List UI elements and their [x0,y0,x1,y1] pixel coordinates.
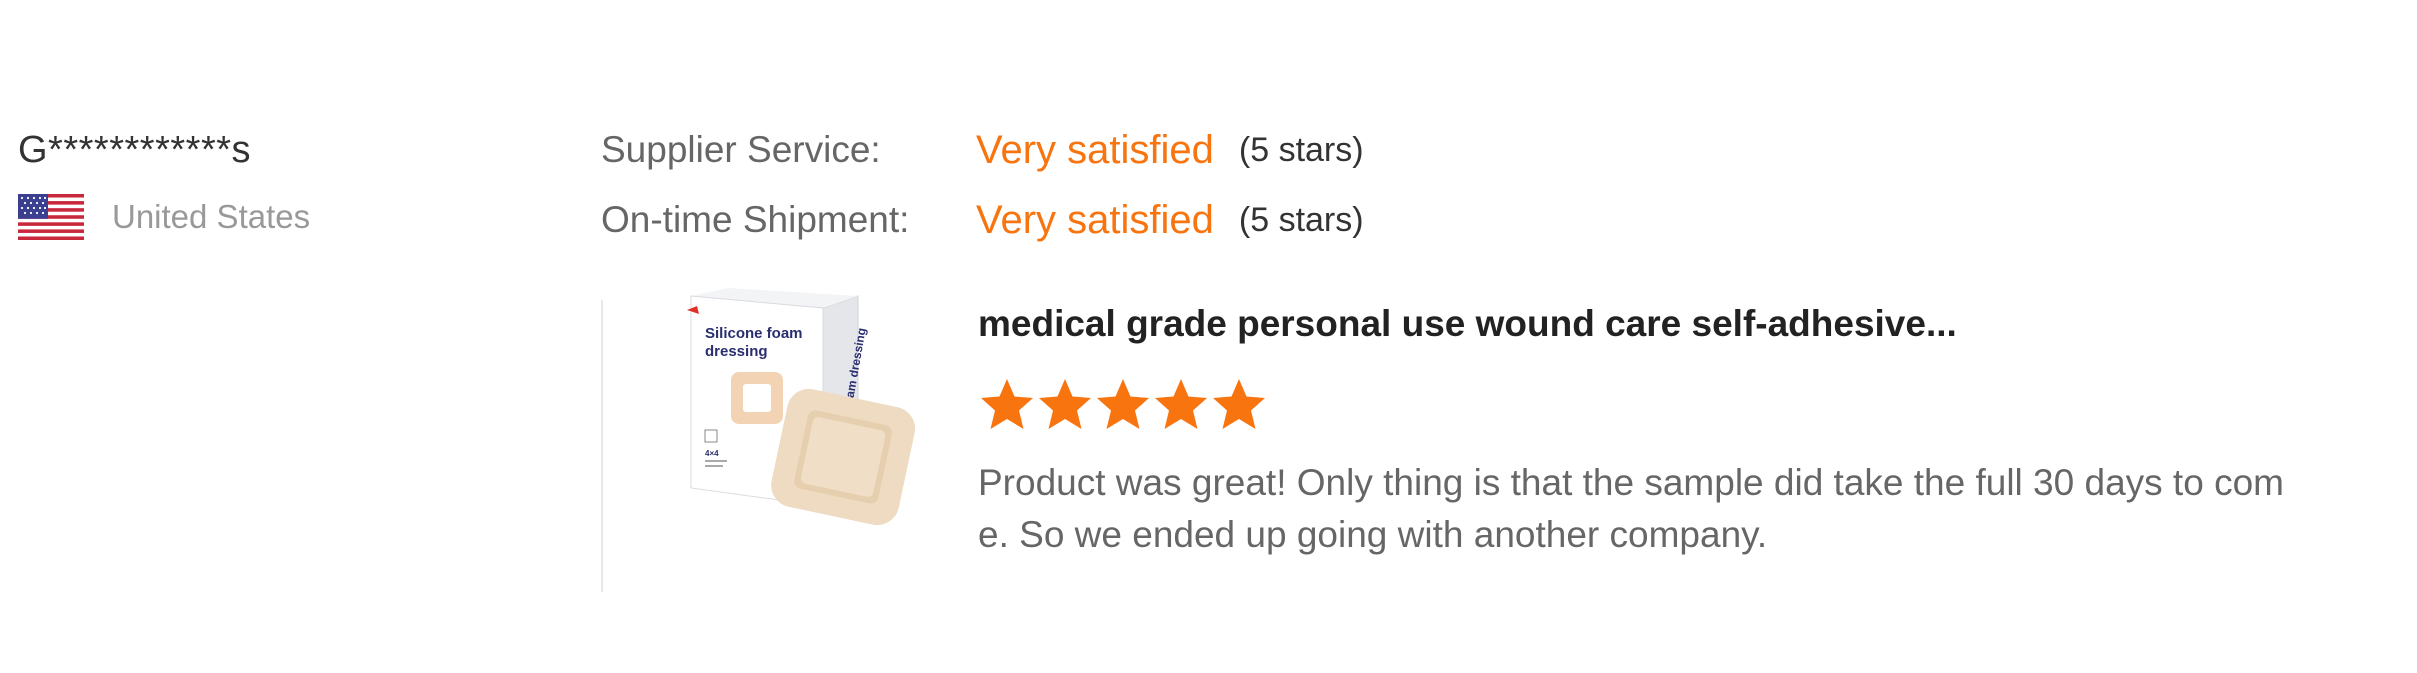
product-info: medical grade personal use wound care se… [978,300,2308,561]
rating-row-supplier-service: Supplier Service: Very satisfied (5 star… [601,126,1364,174]
rating-count: (5 stars) [1238,130,1364,169]
star-icon [1097,379,1149,429]
buyer-info: G************s United States [18,126,310,240]
rating-label: On-time Shipment: [601,199,910,240]
box-title-line2: dressing [705,343,768,360]
star-icon [1213,379,1265,429]
box-size: 4×4 [705,449,719,458]
star-icon [981,379,1033,429]
star-icon [1155,379,1207,429]
rating-value: Very satisfied [976,127,1214,172]
country-label: United States [112,198,311,235]
rating-row-on-time-shipment: On-time Shipment: Very satisfied (5 star… [601,196,1364,244]
buyer-country: United States [18,194,310,240]
us-flag-icon [18,194,84,240]
product-title[interactable]: medical grade personal use wound care se… [978,300,2308,348]
star-icon [1039,379,1091,429]
box-title-line1: Silicone foam [705,325,803,342]
rating-count: (5 stars) [1238,200,1364,239]
rating-label: Supplier Service: [601,129,881,170]
product-thumbnail-image[interactable]: Silicone foam dressing 4×4 POLYZOR Silic… [643,288,943,548]
buyer-name: G************s [18,129,252,171]
star-rating [978,376,2308,432]
product-review: Silicone foam dressing 4×4 POLYZOR Silic… [601,288,2303,592]
review-card: G************s United States Supplier Se… [0,0,2417,673]
review-text: Product was great! Only thing is that th… [978,462,2284,555]
rating-value: Very satisfied [976,197,1214,242]
ratings-summary: Supplier Service: Very satisfied (5 star… [601,126,1364,266]
